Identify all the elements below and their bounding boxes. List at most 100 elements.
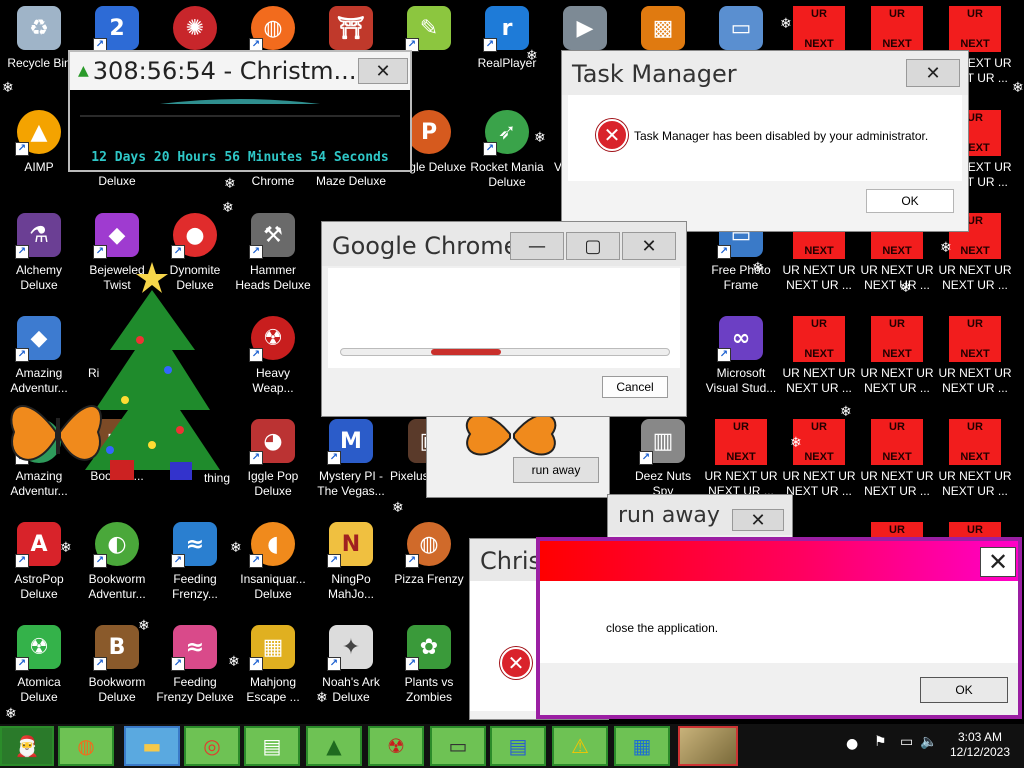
santa-icon: 🎅 [14, 734, 40, 758]
taskbar-document[interactable]: ▤ [490, 726, 546, 766]
alchemy-shortcut[interactable]: ⚗ ↗ Alchemy Deluxe [0, 213, 78, 313]
atomica-icon: ☢ ↗ [15, 625, 61, 671]
christmas-tree-icon: ▲ [326, 734, 342, 758]
ur-next-tile-icon: UR NEXT [871, 316, 923, 362]
snowflake-icon: ❄ [316, 690, 328, 706]
rocket-mania-icon: ➶ ↗ [483, 110, 529, 156]
close-dialog-message: close the application. [606, 621, 719, 635]
close-button[interactable]: ✕ [622, 232, 676, 260]
mahjong-escape-icon: ▦ ↗ [249, 625, 295, 671]
taskbar-christmas-tree[interactable]: ▲ [306, 726, 362, 766]
feeding-frenzy-shortcut[interactable]: ≈ ↗ Feeding Frenzy... [156, 522, 234, 622]
shrine-icon: ⛩ [329, 6, 373, 50]
ur-tile-bottom-text: NEXT [804, 348, 834, 360]
snowflake-icon: ❄ [900, 280, 912, 296]
ur-next-tile[interactable]: UR NEXT UR NEXT UR NEXT UR ... [858, 419, 936, 519]
clock-date: 12/12/2023 [949, 745, 1011, 759]
feeding-frenzy-icon: ≈ ↗ [171, 522, 217, 568]
feeding-frenzy-deluxe-icon: ≈ ↗ [171, 625, 217, 671]
ningpo-shortcut[interactable]: N ↗ NingPo MahJo... [312, 522, 390, 622]
firefox-icon: ◍ ↗ [249, 6, 295, 52]
tray-dot-icon[interactable]: ● [846, 736, 858, 752]
ur-tile-bottom-text: NEXT [882, 38, 912, 50]
noahs-ark-shortcut[interactable]: ✦ ↗ Noah's Ark Deluxe [312, 625, 390, 725]
taskbar-clipboard[interactable]: ▤ [244, 726, 300, 766]
taskbar-monitor[interactable]: ▭ [430, 726, 486, 766]
tray-volume-icon[interactable]: 🔈 [920, 734, 937, 750]
astropop-shortcut[interactable]: A ↗ AstroPop Deluxe [0, 522, 78, 622]
taskbar-firefox[interactable]: ◍ [58, 726, 114, 766]
taskbar-clock[interactable]: 3:03 AM 12/12/2023 [942, 730, 1018, 760]
ur-tile-top-text: UR [811, 8, 827, 20]
taskbar-gold-window[interactable] [678, 726, 738, 766]
bookworm-adventures-icon: ◐ ↗ [93, 522, 139, 568]
taskbar-radiation[interactable]: ☢ [368, 726, 424, 766]
control-panel-icon: ▦ [632, 734, 652, 758]
start-button[interactable]: 🎅 [0, 726, 54, 766]
chrome-content [328, 268, 680, 368]
close-button[interactable]: ✕ [980, 547, 1016, 577]
taskbar-warning[interactable]: ⚠ [552, 726, 608, 766]
notepad-plus-plus-icon: ✎ ↗ [405, 6, 451, 52]
furball-icon: ✺ [173, 6, 217, 50]
close-button[interactable]: ✕ [906, 59, 960, 87]
ur-tile-top-text: UR [889, 524, 905, 536]
taskbar-control-panel[interactable]: ▦ [614, 726, 670, 766]
ur-tile-top-text: UR [811, 421, 827, 433]
ur-tile-bottom-text: NEXT [882, 245, 912, 257]
chrome-icon: ◎ [203, 734, 221, 758]
ur-next-tile-icon: UR NEXT [793, 316, 845, 362]
ok-button[interactable]: OK [866, 189, 954, 213]
plants-vs-zombies-shortcut[interactable]: ✿ ↗ Plants vs Zombies [390, 625, 468, 725]
pizza-frenzy-shortcut[interactable]: ◍ ↗ Pizza Frenzy [390, 522, 468, 622]
firefox-icon: ◍ [77, 734, 95, 758]
ur-next-tile-icon: UR NEXT [871, 6, 923, 52]
astropop-icon: A ↗ [15, 522, 61, 568]
aimp-shortcut[interactable]: ▲ ↗ AIMP [0, 110, 78, 210]
ok-button[interactable]: OK [920, 677, 1008, 703]
bubble-game-icon: P [407, 110, 451, 154]
snowflake-icon: ❄ [526, 48, 538, 64]
progress-bar [340, 348, 670, 356]
tray-flag-icon[interactable]: ⚑ [874, 734, 887, 750]
ur-tile-bottom-text: NEXT [960, 348, 990, 360]
ur-tile-top-text: UR [967, 524, 983, 536]
warning-icon: ⚠ [571, 734, 589, 758]
ur-next-tile[interactable]: UR NEXT UR NEXT UR NEXT UR ... [936, 419, 1014, 519]
close-dialog-title-bar [540, 541, 1018, 581]
ningpo-icon: N ↗ [327, 522, 373, 568]
taskbar: 🎅 ◍ ▬ ◎ ▤ ▲ ☢ ▭ ▤ ⚠ ▦ ● ⚑ ▭ 🔈 3:03 AM 12… [0, 724, 1024, 768]
ur-next-tile[interactable]: UR NEXT UR NEXT UR NEXT UR ... [780, 316, 858, 416]
tray-network-icon[interactable]: ▭ [900, 734, 913, 750]
ur-tile-label: UR NEXT UR NEXT UR ... [860, 366, 934, 395]
bookworm-shortcut[interactable]: B ↗ Bookworm Deluxe [78, 625, 156, 725]
mahjong-escape-shortcut[interactable]: ▦ ↗ Mahjong Escape ... [234, 625, 312, 725]
rocket-mania-shortcut[interactable]: ➶ ↗ Rocket Mania Deluxe [468, 110, 546, 210]
snowflake-icon: ❄ [780, 16, 792, 32]
ur-tile-label: UR NEXT UR NEXT UR ... [782, 263, 856, 292]
feeding-frenzy-deluxe-shortcut[interactable]: ≈ ↗ Feeding Frenzy Deluxe [156, 625, 234, 725]
taskbar-chrome[interactable]: ◎ [184, 726, 240, 766]
close-button[interactable]: ✕ [732, 509, 784, 531]
insaniquarium-shortcut[interactable]: ◖ ↗ Insaniquar... Deluxe [234, 522, 312, 622]
maximize-button[interactable]: ▢ [566, 232, 620, 260]
visual-studio-shortcut[interactable]: ∞ ↗ Microsoft Visual Stud... [702, 316, 780, 416]
task-manager-dialog: Task Manager ✕ ✕ Task Manager has been d… [561, 50, 969, 232]
bookworm-adventures-shortcut[interactable]: ◐ ↗ Bookworm Adventur... [78, 522, 156, 622]
window-app-icon: ▭ [719, 6, 763, 50]
radiation-icon: ☢ [387, 734, 405, 758]
ur-next-tile-icon: UR NEXT [949, 6, 1001, 52]
deez-nuts-icon: ▥ ↗ [639, 419, 685, 465]
taskbar-file-explorer[interactable]: ▬ [124, 726, 180, 766]
mystery-pi-shortcut[interactable]: M ↗ Mystery PI - The Vegas... [312, 419, 390, 519]
ur-next-tile[interactable]: UR NEXT UR NEXT UR NEXT UR ... [936, 316, 1014, 416]
error-icon: ✕ [596, 119, 628, 151]
minimize-button[interactable]: — [510, 232, 564, 260]
message-area: ✕ Task Manager has been disabled by your… [568, 95, 962, 181]
snowflake-icon: ❄ [1012, 80, 1024, 96]
close-button[interactable]: ✕ [358, 58, 408, 84]
snowflake-icon: ❄ [228, 654, 240, 670]
ur-tile-label: UR NEXT UR NEXT UR ... [938, 366, 1012, 395]
ur-next-tile[interactable]: UR NEXT UR NEXT UR NEXT UR ... [858, 316, 936, 416]
cancel-button[interactable]: Cancel [602, 376, 668, 398]
